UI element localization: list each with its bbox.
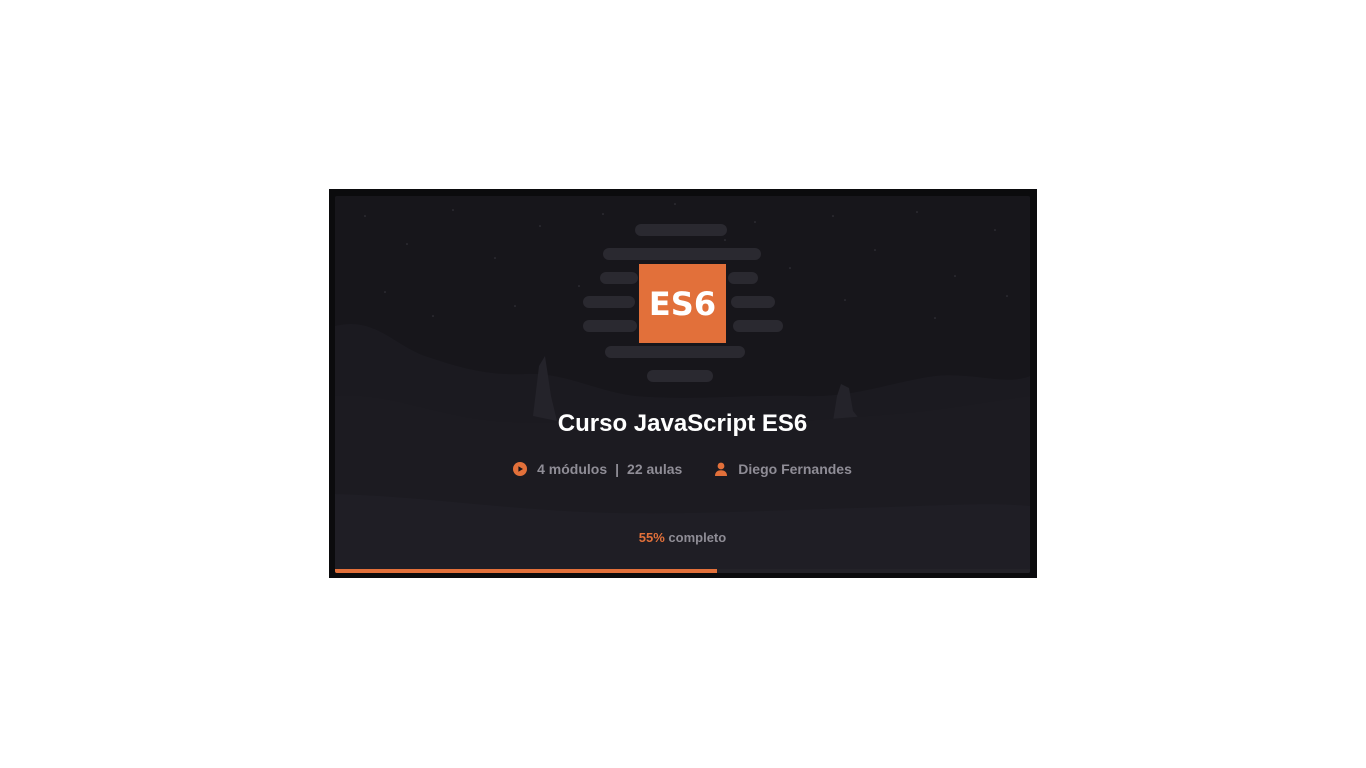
- course-meta: 4 módulos | 22 aulas Diego Fernandes: [335, 461, 1030, 477]
- progress-label: 55% completo: [335, 530, 1030, 545]
- course-author: Diego Fernandes: [714, 461, 852, 477]
- course-title: Curso JavaScript ES6: [557, 410, 808, 437]
- course-stats: 4 módulos | 22 aulas: [513, 461, 682, 477]
- course-card[interactable]: ES6 Curso JavaScript ES6 4 módulos | 22 …: [335, 196, 1030, 573]
- user-icon: [714, 462, 728, 476]
- meta-separator: |: [615, 461, 620, 477]
- card-background-illustration: [335, 196, 1030, 573]
- author-name: Diego Fernandes: [738, 461, 852, 477]
- play-circle-icon: [513, 462, 528, 476]
- lesson-count: 22 aulas: [627, 461, 683, 477]
- progress-bar: [335, 569, 1030, 573]
- progress-suffix: completo: [668, 530, 727, 545]
- course-logo: ES6: [639, 264, 726, 343]
- progress-bar-fill: [335, 569, 718, 573]
- module-count: 4 módulos: [537, 461, 608, 477]
- progress-percent: 55%: [638, 530, 665, 545]
- course-logo-text: ES6: [648, 284, 717, 323]
- course-card-frame: ES6 Curso JavaScript ES6 4 módulos | 22 …: [329, 189, 1037, 578]
